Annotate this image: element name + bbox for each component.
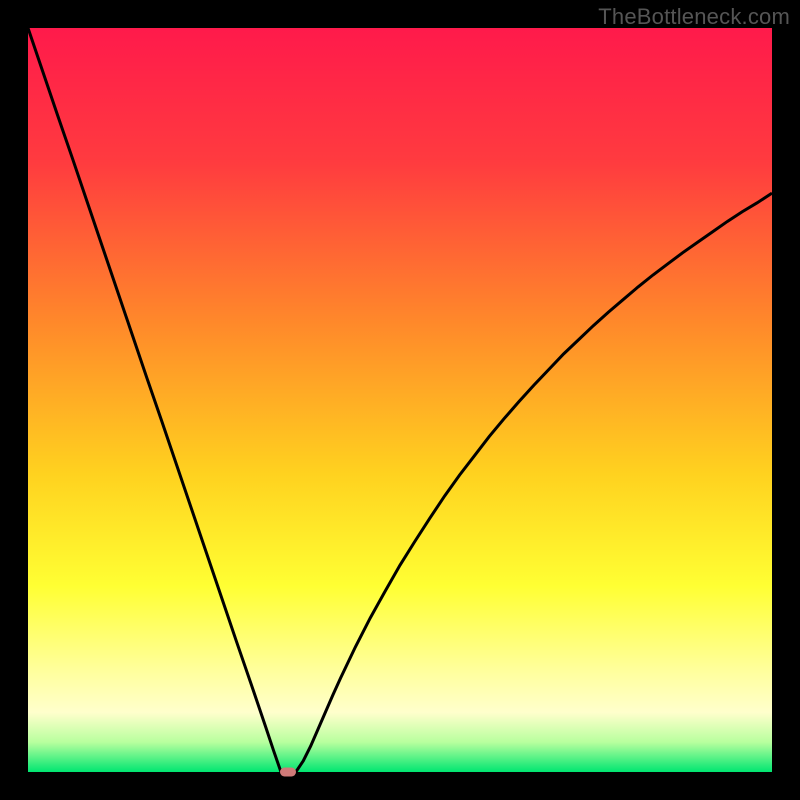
watermark-text: TheBottleneck.com <box>598 4 790 30</box>
plot-area <box>28 28 772 772</box>
outer-frame: TheBottleneck.com <box>0 0 800 800</box>
curve-path <box>28 28 772 772</box>
bottleneck-curve <box>28 28 772 772</box>
optimal-point-marker <box>280 768 296 777</box>
